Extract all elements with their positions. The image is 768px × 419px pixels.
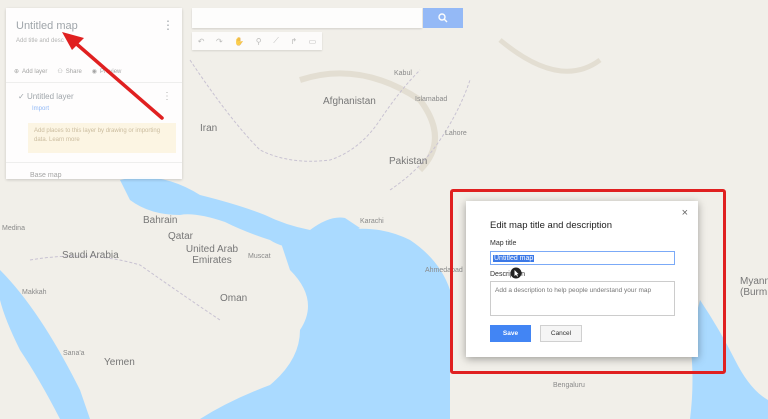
country-label: Qatar	[168, 231, 194, 242]
city-label: Kabul	[394, 70, 412, 77]
add-layer-icon: ⊕	[14, 69, 20, 75]
map-subtitle[interactable]: Add title and desc	[16, 38, 64, 44]
country-label: United Arab Emirates	[185, 244, 239, 266]
city-label: Sana'a	[63, 350, 85, 357]
country-label: Myanm (Burm	[740, 276, 768, 298]
share-button[interactable]: ⚇ Share	[57, 68, 81, 76]
line-icon[interactable]: ⟋	[273, 36, 279, 46]
city-label: Islamabad	[415, 96, 448, 103]
preview-button[interactable]: ◉ Preview	[91, 68, 122, 76]
highlight-box	[450, 189, 726, 374]
country-label: Iran	[200, 123, 218, 134]
layer-name[interactable]: ✓ Untitled layer	[18, 92, 74, 101]
country-label: Oman	[220, 293, 248, 304]
marker-icon[interactable]: ⚲	[256, 37, 262, 46]
map-title[interactable]: Untitled map	[16, 20, 78, 32]
country-label: Bahrain	[143, 215, 178, 226]
country-label: Pakistan	[389, 156, 428, 167]
base-map-toggle[interactable]: Base map	[30, 172, 62, 179]
undo-icon[interactable]: ↶	[198, 37, 205, 46]
city-label: Muscat	[248, 253, 271, 260]
ruler-icon[interactable]: ▭	[309, 37, 317, 46]
search-icon	[438, 13, 448, 23]
city-label: Karachi	[360, 218, 384, 225]
redo-icon[interactable]: ↷	[216, 37, 223, 46]
city-label: Makkah	[22, 289, 47, 296]
search-input[interactable]	[192, 8, 422, 28]
layer-options-icon[interactable]: ⋮	[162, 91, 172, 102]
country-label: Afghanistan	[323, 96, 376, 107]
add-layer-button[interactable]: ⊕ Add layer	[14, 68, 47, 76]
country-label: Yemen	[104, 357, 135, 368]
search-button[interactable]	[423, 8, 463, 28]
map-toolbar: ↶ ↷ ✋ ⚲ ⟋ ↱ ▭	[192, 32, 322, 50]
eye-icon: ◉	[91, 69, 98, 75]
divider	[6, 162, 182, 163]
layer-hint: Add places to this layer by drawing or i…	[28, 123, 176, 153]
share-icon: ⚇	[57, 69, 63, 75]
checkbox-icon[interactable]: ✓	[18, 92, 27, 101]
panel-actions: ⊕ Add layer ⚇ Share ◉ Preview	[14, 68, 122, 76]
map-sidebar-panel: Untitled map Add title and desc ⋮ ⊕ Add l…	[6, 8, 182, 179]
city-label: Medina	[2, 225, 25, 232]
import-link[interactable]: Import	[32, 106, 49, 112]
city-label: Bengaluru	[553, 382, 585, 389]
more-options-icon[interactable]: ⋮	[162, 18, 174, 32]
country-label: Saudi Arabia	[62, 250, 119, 261]
city-label: Lahore	[445, 130, 467, 137]
divider	[6, 82, 182, 83]
route-icon[interactable]: ↱	[290, 37, 297, 46]
hand-icon[interactable]: ✋	[234, 37, 244, 46]
